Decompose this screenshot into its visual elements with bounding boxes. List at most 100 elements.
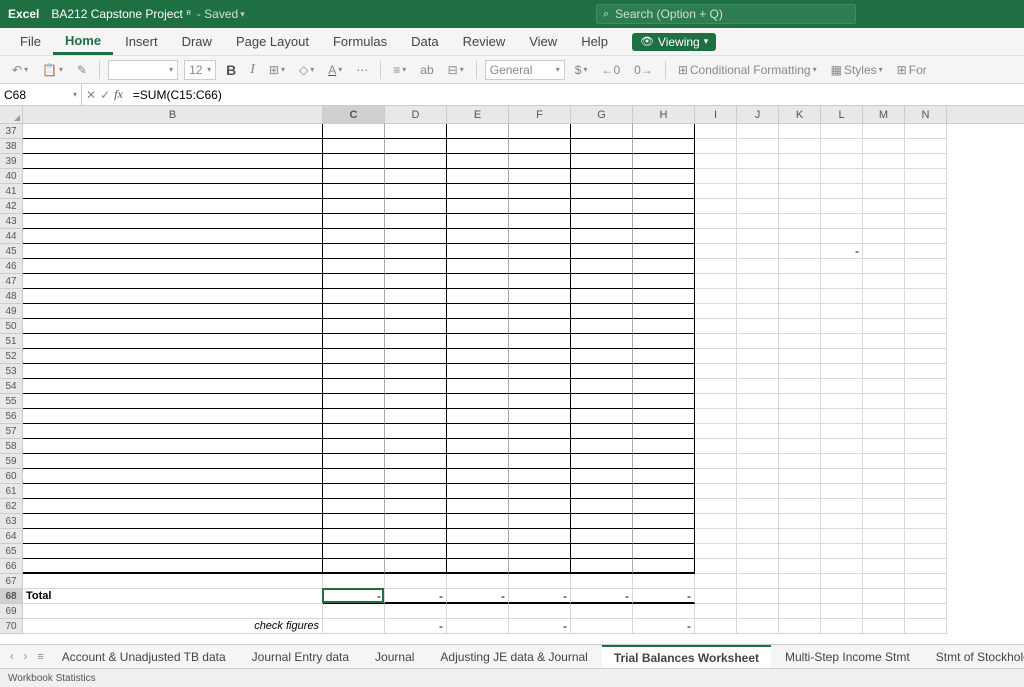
row-header-56[interactable]: 56 <box>0 409 23 424</box>
decrease-decimal-button[interactable]: 0→ <box>630 61 657 79</box>
cell-F55[interactable] <box>509 394 571 409</box>
cell-I40[interactable] <box>695 169 737 184</box>
chevron-down-icon[interactable]: ▾ <box>240 9 245 20</box>
cell-I47[interactable] <box>695 274 737 289</box>
cell-E52[interactable] <box>447 349 509 364</box>
cell-L39[interactable] <box>821 154 863 169</box>
cell-C40[interactable] <box>323 169 385 184</box>
cell-J52[interactable] <box>737 349 779 364</box>
cell-I53[interactable] <box>695 364 737 379</box>
cell-E54[interactable] <box>447 379 509 394</box>
cell-B53[interactable] <box>23 364 323 379</box>
cell-G47[interactable] <box>571 274 633 289</box>
row-header-39[interactable]: 39 <box>0 154 23 169</box>
cell-H68[interactable]: - <box>633 589 695 604</box>
cell-M47[interactable] <box>863 274 905 289</box>
cell-N68[interactable] <box>905 589 947 604</box>
cell-M38[interactable] <box>863 139 905 154</box>
cell-D64[interactable] <box>385 529 447 544</box>
cell-H62[interactable] <box>633 499 695 514</box>
cell-N48[interactable] <box>905 289 947 304</box>
borders-button[interactable]: ⊞▾ <box>265 61 289 79</box>
cell-B64[interactable] <box>23 529 323 544</box>
cell-F51[interactable] <box>509 334 571 349</box>
col-header-I[interactable]: I <box>695 106 737 123</box>
cell-G40[interactable] <box>571 169 633 184</box>
cell-I39[interactable] <box>695 154 737 169</box>
cell-M49[interactable] <box>863 304 905 319</box>
cell-E46[interactable] <box>447 259 509 274</box>
cell-E48[interactable] <box>447 289 509 304</box>
cell-L69[interactable] <box>821 604 863 619</box>
cell-I45[interactable] <box>695 244 737 259</box>
cell-F56[interactable] <box>509 409 571 424</box>
cell-K42[interactable] <box>779 199 821 214</box>
cell-E69[interactable] <box>447 604 509 619</box>
cell-B37[interactable] <box>23 124 323 139</box>
cell-F42[interactable] <box>509 199 571 214</box>
cell-D50[interactable] <box>385 319 447 334</box>
cell-E39[interactable] <box>447 154 509 169</box>
undo-button[interactable]: ↶▾ <box>8 61 32 79</box>
cell-F69[interactable] <box>509 604 571 619</box>
cell-N62[interactable] <box>905 499 947 514</box>
cell-I42[interactable] <box>695 199 737 214</box>
sheet-tab-3[interactable]: Adjusting JE data & Journal <box>428 646 599 668</box>
cell-I61[interactable] <box>695 484 737 499</box>
cell-G52[interactable] <box>571 349 633 364</box>
format-button[interactable]: ⊞ For <box>893 61 931 79</box>
cell-B68[interactable]: Total <box>23 589 323 604</box>
search-input[interactable]: ⌕ Search (Option + Q) <box>596 4 856 24</box>
cell-B60[interactable] <box>23 469 323 484</box>
cell-I41[interactable] <box>695 184 737 199</box>
cell-B40[interactable] <box>23 169 323 184</box>
cell-E61[interactable] <box>447 484 509 499</box>
cell-F44[interactable] <box>509 229 571 244</box>
font-selector[interactable]: ▾ <box>108 60 178 80</box>
cell-D53[interactable] <box>385 364 447 379</box>
cell-I49[interactable] <box>695 304 737 319</box>
cell-H66[interactable] <box>633 559 695 574</box>
cell-H56[interactable] <box>633 409 695 424</box>
col-header-M[interactable]: M <box>863 106 905 123</box>
row-header-50[interactable]: 50 <box>0 319 23 334</box>
cell-E47[interactable] <box>447 274 509 289</box>
cell-G48[interactable] <box>571 289 633 304</box>
cell-K68[interactable] <box>779 589 821 604</box>
wrap-text-button[interactable]: ab <box>416 61 437 79</box>
cell-N69[interactable] <box>905 604 947 619</box>
cell-M46[interactable] <box>863 259 905 274</box>
cell-H39[interactable] <box>633 154 695 169</box>
tab-help[interactable]: Help <box>569 28 620 55</box>
tab-home[interactable]: Home <box>53 28 113 55</box>
cell-H37[interactable] <box>633 124 695 139</box>
row-header-63[interactable]: 63 <box>0 514 23 529</box>
cell-G51[interactable] <box>571 334 633 349</box>
cell-K65[interactable] <box>779 544 821 559</box>
cell-C57[interactable] <box>323 424 385 439</box>
cell-D58[interactable] <box>385 439 447 454</box>
cell-M48[interactable] <box>863 289 905 304</box>
cell-F63[interactable] <box>509 514 571 529</box>
cell-F37[interactable] <box>509 124 571 139</box>
cell-I70[interactable] <box>695 619 737 634</box>
cell-E55[interactable] <box>447 394 509 409</box>
cell-J47[interactable] <box>737 274 779 289</box>
cell-H40[interactable] <box>633 169 695 184</box>
cell-D39[interactable] <box>385 154 447 169</box>
cell-H51[interactable] <box>633 334 695 349</box>
cell-H45[interactable] <box>633 244 695 259</box>
cell-N55[interactable] <box>905 394 947 409</box>
cell-L48[interactable] <box>821 289 863 304</box>
cell-B65[interactable] <box>23 544 323 559</box>
cell-G66[interactable] <box>571 559 633 574</box>
cell-K67[interactable] <box>779 574 821 589</box>
cell-N58[interactable] <box>905 439 947 454</box>
cell-E38[interactable] <box>447 139 509 154</box>
cell-F40[interactable] <box>509 169 571 184</box>
row-header-48[interactable]: 48 <box>0 289 23 304</box>
format-painter-button[interactable]: ✎ <box>73 61 91 79</box>
tab-data[interactable]: Data <box>399 28 450 55</box>
cell-N63[interactable] <box>905 514 947 529</box>
row-header-38[interactable]: 38 <box>0 139 23 154</box>
